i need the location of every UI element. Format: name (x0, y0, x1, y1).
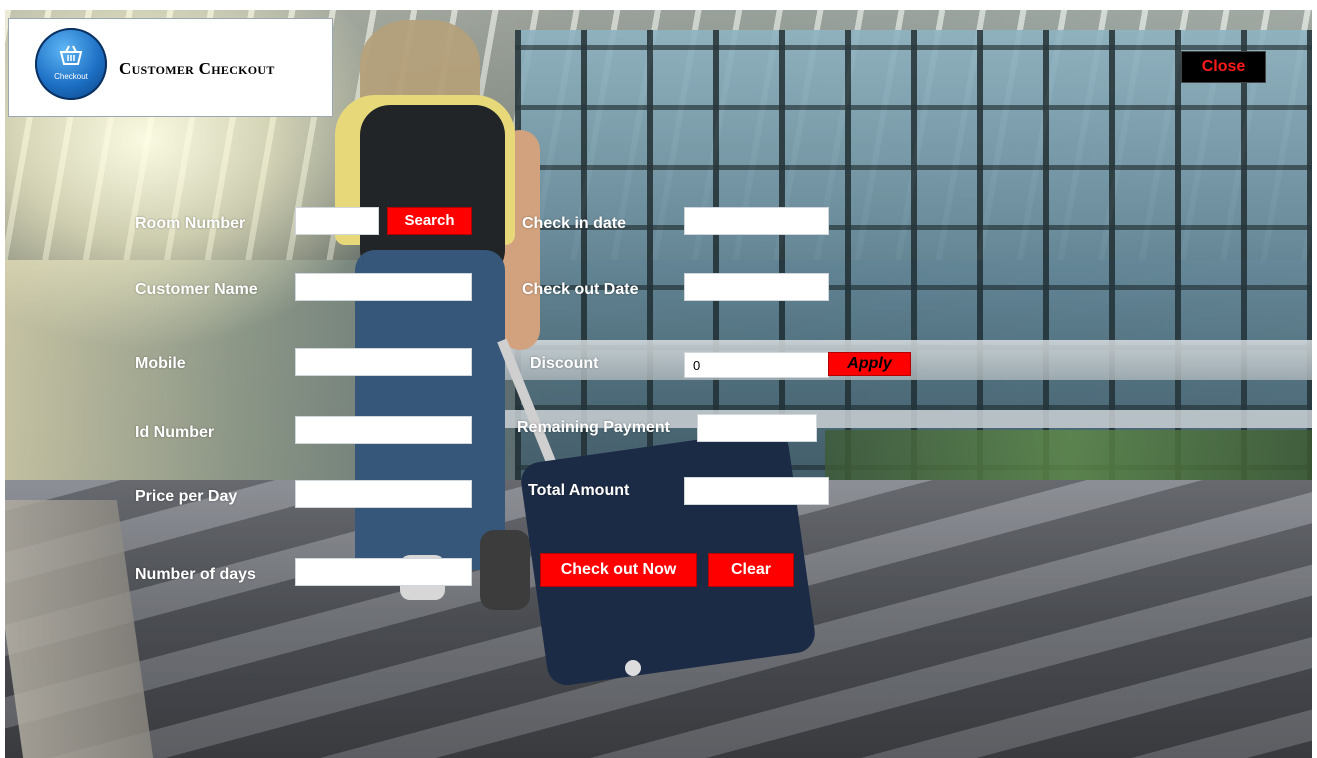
checkout-logo: Checkout (35, 28, 107, 100)
discount-label: Discount (530, 355, 599, 372)
mobile-input[interactable] (295, 348, 472, 376)
logo-caption: Checkout (54, 72, 88, 81)
page-title: Customer Checkout (119, 59, 275, 78)
remaining-payment-label: Remaining Payment (517, 419, 670, 436)
id-number-label: Id Number (135, 424, 215, 441)
check-in-date-label: Check in date (522, 215, 627, 232)
traveler-shoe-right (480, 530, 530, 610)
price-per-day-label: Price per Day (135, 488, 238, 505)
remaining-payment-input[interactable] (697, 414, 817, 442)
check-out-date-label: Check out Date (522, 281, 639, 298)
discount-input[interactable] (684, 352, 829, 378)
check-in-date-input[interactable] (684, 207, 829, 235)
close-button[interactable]: Close (1181, 51, 1266, 83)
clear-button[interactable]: Clear (708, 553, 794, 587)
room-number-input[interactable] (295, 207, 379, 235)
id-number-input[interactable] (295, 416, 472, 444)
mobile-label: Mobile (135, 355, 186, 372)
price-per-day-input[interactable] (295, 480, 472, 508)
total-amount-input[interactable] (684, 477, 829, 505)
customer-name-label: Customer Name (135, 281, 258, 298)
search-button[interactable]: Search (387, 207, 472, 235)
total-amount-label: Total Amount (528, 482, 630, 499)
room-number-label: Room Number (135, 215, 246, 232)
background-photo (5, 10, 1312, 758)
suitcase-wheel (625, 660, 641, 676)
number-of-days-label: Number of days (135, 566, 256, 583)
check-out-now-button[interactable]: Check out Now (540, 553, 697, 587)
check-out-date-input[interactable] (684, 273, 829, 301)
number-of-days-input[interactable] (295, 558, 472, 586)
apply-button[interactable]: Apply (828, 352, 911, 376)
customer-name-input[interactable] (295, 273, 472, 301)
title-card: Checkout Customer Checkout (8, 18, 333, 117)
shopping-basket-icon (59, 45, 83, 65)
